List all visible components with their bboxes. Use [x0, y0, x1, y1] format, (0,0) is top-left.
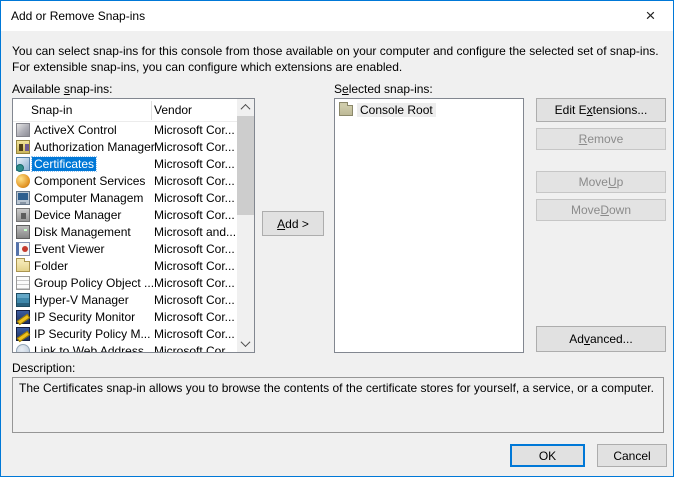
selected-snapins-list[interactable]: Console Root	[334, 98, 524, 353]
available-snapins-label: Available snap-ins:	[12, 82, 113, 96]
snap-in-row[interactable]: Event Viewer Microsoft Cor...	[13, 241, 237, 258]
snap-in-name: Disk Management	[34, 225, 131, 239]
device-manager-icon	[16, 208, 30, 222]
vertical-scrollbar[interactable]	[237, 99, 254, 352]
snap-in-vendor: Microsoft Cor...	[154, 259, 235, 273]
snap-in-vendor: Microsoft Cor...	[154, 191, 235, 205]
snap-in-vendor: Microsoft Cor...	[154, 123, 235, 137]
snap-in-row[interactable]: Computer Managem Microsoft Cor...	[13, 190, 237, 207]
snap-in-name: Event Viewer	[34, 242, 105, 256]
authorization-manager-icon	[16, 140, 30, 154]
snap-in-name: Component Services	[34, 174, 146, 188]
snap-in-row[interactable]: Certificates Microsoft Cor...	[13, 156, 237, 173]
move-down-button[interactable]: Move Down	[536, 199, 666, 221]
snap-in-row[interactable]: Disk Management Microsoft and...	[13, 224, 237, 241]
snap-in-row[interactable]: IP Security Policy M... Microsoft Cor...	[13, 326, 237, 343]
snap-in-name: IP Security Policy M...	[34, 327, 151, 341]
snap-in-name: Computer Managem	[34, 191, 144, 205]
console-root-row[interactable]: Console Root	[335, 102, 523, 120]
computer-management-icon	[16, 191, 30, 205]
component-services-icon	[16, 174, 30, 188]
snap-in-row[interactable]: Component Services Microsoft Cor...	[13, 173, 237, 190]
scroll-up-icon[interactable]	[237, 99, 254, 116]
description-label: Description:	[12, 361, 76, 375]
advanced-button[interactable]: Ad v anced...	[536, 326, 666, 352]
snap-in-vendor: Microsoft Cor...	[154, 310, 235, 324]
snap-in-row[interactable]: Link to Web Address Microsoft Cor...	[13, 343, 237, 352]
snap-in-vendor: Microsoft Cor...	[154, 157, 235, 171]
snap-in-row[interactable]: Device Manager Microsoft Cor...	[13, 207, 237, 224]
snap-in-row[interactable]: Folder Microsoft Cor...	[13, 258, 237, 275]
snap-in-vendor: Microsoft Cor...	[154, 208, 235, 222]
snap-in-row[interactable]: Group Policy Object ... Microsoft Cor...	[13, 275, 237, 292]
dialog-title: Add or Remove Snap-ins	[11, 9, 146, 23]
add-remove-snapins-dialog: Add or Remove Snap-ins × You can select …	[0, 0, 674, 477]
ok-button[interactable]: OK	[510, 444, 585, 467]
edit-extensions-button[interactable]: Edit Ex tensions...	[536, 98, 666, 122]
snap-in-row[interactable]: ActiveX Control Microsoft Cor...	[13, 122, 237, 139]
snap-in-vendor: Microsoft Cor...	[154, 174, 235, 188]
intro-text: You can select snap-ins for this console…	[12, 44, 659, 74]
available-snapins-list[interactable]: Snap-in Vendor ActiveX Control Microsoft …	[12, 98, 255, 353]
remove-button[interactable]: Remove	[536, 128, 666, 150]
selected-snapins-label: Selected snap-ins:	[334, 82, 433, 96]
column-header-vendor[interactable]: Vendor	[154, 103, 192, 117]
snap-in-name: Group Policy Object ...	[34, 276, 155, 290]
add-button[interactable]: Add >	[262, 211, 324, 236]
close-icon[interactable]: ×	[628, 1, 673, 31]
certificates-icon	[16, 157, 30, 172]
snap-in-name: Link to Web Address	[34, 344, 144, 352]
snap-in-name: Device Manager	[34, 208, 122, 222]
column-divider[interactable]	[151, 101, 152, 120]
move-up-button[interactable]: Move Up	[536, 171, 666, 193]
available-rows: ActiveX Control Microsoft Cor... Authoriza…	[13, 122, 237, 352]
snap-in-name: Certificates	[30, 156, 98, 172]
cancel-button[interactable]: Cancel	[597, 444, 667, 467]
snap-in-row[interactable]: IP Security Monitor Microsoft Cor...	[13, 309, 237, 326]
snap-in-vendor: Microsoft Cor...	[154, 344, 235, 352]
snap-in-vendor: Microsoft and...	[154, 225, 237, 239]
snap-in-name: Authorization Manager	[34, 140, 155, 154]
snap-in-vendor: Microsoft Cor...	[154, 327, 235, 341]
snap-in-vendor: Microsoft Cor...	[154, 140, 235, 154]
list-header: Snap-in Vendor	[13, 99, 237, 122]
link-web-icon	[16, 344, 30, 352]
snap-in-vendor: Microsoft Cor...	[154, 242, 235, 256]
scroll-down-icon[interactable]	[237, 335, 254, 352]
snap-in-name: ActiveX Control	[34, 123, 117, 137]
folder-icon	[16, 258, 30, 272]
hyperv-manager-icon	[16, 293, 30, 307]
event-viewer-icon	[16, 242, 30, 256]
snap-in-vendor: Microsoft Cor...	[154, 276, 235, 290]
selected-rows: Console Root	[335, 102, 523, 352]
snap-in-name: Hyper-V Manager	[34, 293, 129, 307]
column-header-snapin[interactable]: Snap-in	[31, 103, 72, 117]
snap-in-row[interactable]: Authorization Manager Microsoft Cor...	[13, 139, 237, 156]
activex-icon	[16, 123, 30, 137]
ip-security-monitor-icon	[16, 310, 30, 324]
description-box: The Certificates snap-in allows you to b…	[12, 377, 664, 433]
group-policy-icon	[16, 276, 30, 290]
disk-management-icon	[16, 225, 30, 239]
scrollbar-thumb[interactable]	[237, 116, 254, 215]
snap-in-row[interactable]: Hyper-V Manager Microsoft Cor...	[13, 292, 237, 309]
snap-in-name: Folder	[34, 259, 69, 273]
title-bar: Add or Remove Snap-ins ×	[1, 1, 673, 31]
snap-in-vendor: Microsoft Cor...	[154, 293, 235, 307]
selected-snap-in-name: Console Root	[357, 103, 436, 117]
ip-security-policy-icon	[16, 327, 30, 341]
console-root-folder-icon	[339, 102, 353, 116]
snap-in-name: IP Security Monitor	[34, 310, 136, 324]
